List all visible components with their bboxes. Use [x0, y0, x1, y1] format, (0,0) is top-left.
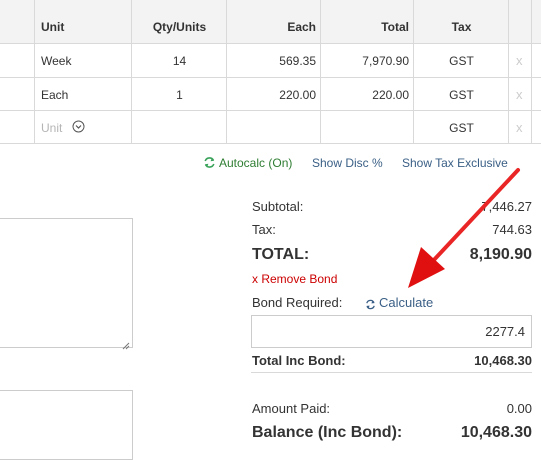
refresh-icon	[365, 297, 376, 310]
terms-textarea[interactable]	[0, 390, 133, 460]
each-value: 569.35	[279, 54, 316, 68]
bond-amount-input[interactable]: 2277.4	[251, 315, 532, 348]
remove-row-button[interactable]: x	[516, 120, 523, 135]
show-disc-link[interactable]: Show Disc %	[312, 156, 383, 170]
balance-value: 10,468.30	[460, 424, 532, 441]
divider	[251, 372, 532, 373]
qty-value: 1	[176, 88, 183, 102]
qty-cell[interactable]: 14	[132, 44, 227, 77]
show-tax-exclusive-link[interactable]: Show Tax Exclusive	[402, 156, 508, 170]
total-cell	[321, 111, 414, 143]
header-cell-description	[0, 0, 35, 44]
total-label: TOTAL:	[252, 246, 310, 263]
qty-cell[interactable]: 1	[132, 78, 227, 110]
unit-value: Each	[41, 88, 69, 102]
chevron-down-icon	[72, 120, 85, 133]
refresh-icon	[203, 156, 216, 169]
tax-cell[interactable]: GST	[414, 44, 509, 77]
remove-cell: x	[509, 44, 532, 77]
unit-value: Week	[41, 54, 72, 68]
remove-row-button[interactable]: x	[516, 87, 523, 102]
header-cell-unit: Unit	[35, 0, 132, 44]
calculate-label: Calculate	[379, 295, 434, 310]
header-cell-each: Each	[227, 0, 321, 44]
tax-value: GST	[449, 121, 474, 135]
header-each: Each	[287, 20, 316, 34]
subtotal-label: Subtotal:	[252, 199, 304, 214]
tax-value: GST	[449, 54, 474, 68]
balance-label: Balance (Inc Bond):	[252, 424, 403, 441]
header-cell-qty: Qty/Units	[132, 0, 227, 44]
qty-cell[interactable]	[132, 111, 227, 143]
header-total: Total	[381, 20, 409, 34]
subtotal-value: 7,446.27	[481, 199, 532, 214]
total-inc-bond-value: 10,468.30	[474, 353, 532, 368]
header-cell-total: Total	[321, 0, 414, 44]
tax-total-value: 744.63	[492, 222, 532, 237]
header-cell-remove	[509, 0, 532, 44]
each-cell[interactable]: 220.00	[227, 78, 321, 110]
bond-amount-value: 2277.4	[485, 324, 525, 339]
total-value: 8,190.90	[469, 246, 532, 263]
bond-required-label: Bond Required:	[252, 295, 343, 310]
description-cell[interactable]	[0, 78, 35, 110]
description-cell[interactable]	[0, 44, 35, 77]
unit-select[interactable]: Unit	[35, 111, 132, 143]
unit-placeholder: Unit	[41, 121, 63, 135]
remove-bond-link[interactable]: x Remove Bond	[252, 272, 337, 286]
tax-cell[interactable]: GST	[414, 111, 509, 143]
total-cell: 220.00	[321, 78, 414, 110]
tax-cell[interactable]: GST	[414, 78, 509, 110]
total-value: 7,970.90	[362, 54, 409, 68]
unit-cell[interactable]: Week	[35, 44, 132, 77]
total-cell: 7,970.90	[321, 44, 414, 77]
autocalc-label: Autocalc (On)	[219, 156, 293, 170]
remove-row-button[interactable]: x	[516, 53, 523, 68]
remove-cell: x	[509, 78, 532, 110]
tax-value: GST	[449, 88, 474, 102]
table-row: Each 1 220.00 220.00 GST x	[0, 78, 541, 111]
resize-handle-icon[interactable]	[122, 337, 130, 350]
qty-value: 14	[172, 54, 187, 68]
each-value: 220.00	[279, 88, 316, 102]
tax-label: Tax:	[252, 222, 276, 237]
header-qty: Qty/Units	[152, 20, 207, 34]
table-row-new: Unit GST x	[0, 111, 541, 144]
each-cell[interactable]: 569.35	[227, 44, 321, 77]
total-inc-bond-label: Total Inc Bond:	[252, 353, 346, 368]
notes-textarea[interactable]	[0, 218, 133, 350]
total-value: 220.00	[372, 88, 409, 102]
unit-cell[interactable]: Each	[35, 78, 132, 110]
amount-paid-value: 0.00	[506, 401, 532, 416]
each-cell[interactable]	[227, 111, 321, 143]
table-header: Unit Qty/Units Each Total Tax	[0, 0, 541, 44]
table-row: Week 14 569.35 7,970.90 GST x	[0, 44, 541, 78]
description-cell[interactable]	[0, 111, 35, 143]
amount-paid-label: Amount Paid:	[252, 401, 331, 416]
header-unit: Unit	[41, 20, 65, 34]
header-cell-tax: Tax	[414, 0, 509, 44]
remove-cell: x	[509, 111, 532, 143]
header-tax: Tax	[451, 20, 472, 34]
